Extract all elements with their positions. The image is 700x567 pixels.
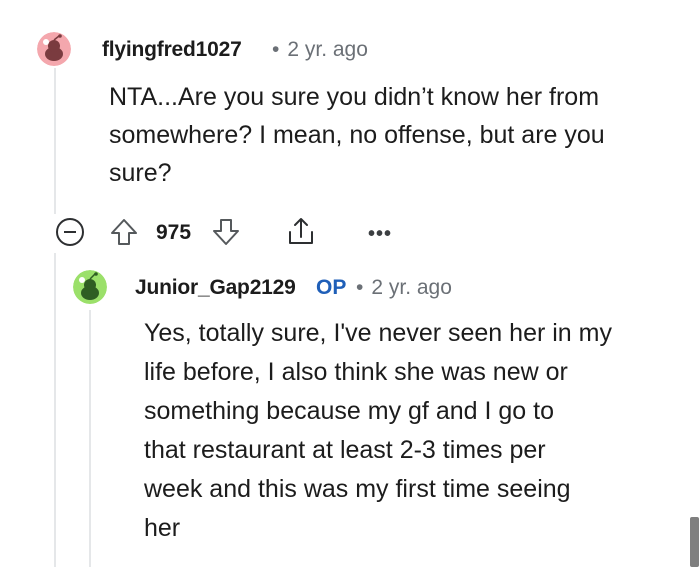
comment-body-line: sure? — [109, 159, 172, 187]
collapse-button[interactable] — [54, 216, 86, 248]
vote-count: 975 — [156, 221, 192, 244]
comment-author[interactable]: Junior_Gap2129 — [135, 276, 296, 300]
share-icon — [289, 218, 313, 244]
comment-thread: flyingfred1027 • 2 yr. ago NTA...Are you … — [0, 0, 700, 567]
upvote-arrow-icon — [111, 219, 137, 245]
comment-body-line: somewhere? I mean, no offense, but are y… — [109, 121, 605, 149]
comment-meta: • 2 yr. ago — [272, 38, 368, 62]
comment-timestamp[interactable]: 2 yr. ago — [287, 38, 368, 61]
comment-body-line: week and this was my first time seeing — [144, 475, 571, 503]
comment-body-line: life before, I also think she was new or — [144, 358, 568, 386]
downvote-arrow-icon — [213, 219, 239, 245]
thread-line-top[interactable] — [54, 68, 56, 214]
comment-meta: • 2 yr. ago — [356, 276, 452, 300]
more-options-button[interactable]: ••• — [368, 224, 392, 244]
comment-body-line: Yes, totally sure, I've never seen her i… — [144, 319, 612, 347]
snoo-avatar-green-icon — [73, 270, 107, 304]
meta-separator: • — [356, 276, 364, 299]
thread-line-parent[interactable] — [54, 253, 56, 567]
user-avatar[interactable] — [37, 32, 71, 66]
downvote-button[interactable] — [210, 216, 242, 248]
comment-timestamp[interactable]: 2 yr. ago — [371, 276, 452, 299]
comment-body-line: her — [144, 514, 181, 542]
upvote-button[interactable] — [108, 216, 140, 248]
comment-author[interactable]: flyingfred1027 — [102, 38, 242, 62]
comment-body: NTA...Are you sure you didn’t know her f… — [109, 78, 605, 192]
meta-separator: • — [272, 38, 280, 61]
share-button[interactable] — [284, 214, 318, 248]
collapse-minus-icon — [56, 218, 84, 246]
user-avatar[interactable] — [73, 270, 107, 304]
thread-line-reply[interactable] — [89, 310, 91, 567]
scrollbar-thumb[interactable] — [690, 517, 699, 567]
comment-body-line: that restaurant at least 2-3 times per — [144, 436, 546, 464]
op-badge: OP — [316, 276, 347, 299]
comment-body: Yes, totally sure, I've never seen her i… — [144, 314, 612, 548]
snoo-avatar-red-icon — [37, 32, 71, 66]
comment-body-line: something because my gf and I go to — [144, 397, 554, 425]
comment-body-line: NTA...Are you sure you didn’t know her f… — [109, 83, 600, 111]
